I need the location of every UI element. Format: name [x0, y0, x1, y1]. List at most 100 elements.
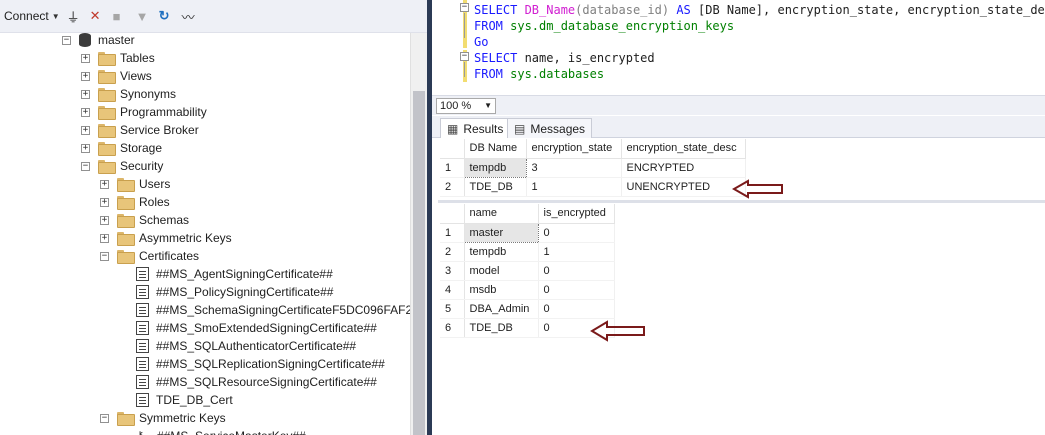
tree-node[interactable]: ##MS_SQLReplicationSigningCertificate## [119, 355, 385, 373]
table-row[interactable]: 4 msdb 0 [440, 280, 615, 300]
disconnect-icon[interactable]: ✕ [90, 5, 106, 27]
tree-node[interactable]: − master [62, 31, 135, 49]
table-row[interactable]: 3 model 0 [440, 261, 615, 281]
expand-icon[interactable]: + [81, 107, 90, 117]
table-row[interactable]: 1 master 0 [440, 222, 615, 243]
row-number[interactable]: 4 [440, 280, 465, 300]
grid-cell[interactable]: 1 [538, 242, 615, 262]
messages-icon: ▤ [514, 121, 526, 136]
grid-cell[interactable]: 0 [538, 299, 615, 319]
grid-cell[interactable]: 0 [538, 261, 615, 281]
expand-icon[interactable]: + [81, 125, 90, 135]
tree-node[interactable]: + Schemas [100, 211, 189, 229]
tree-node[interactable]: ##MS_SQLAuthenticatorCertificate## [119, 337, 356, 355]
grid-corner[interactable] [440, 204, 465, 224]
tree-node[interactable]: + Tables [81, 49, 155, 67]
grid-cell[interactable]: 0 [538, 223, 615, 243]
tab-messages[interactable]: ▤ Messages [507, 118, 593, 138]
tree-node[interactable]: ##MS_SQLResourceSigningCertificate## [119, 373, 377, 391]
expand-icon[interactable]: + [100, 197, 109, 207]
grid-cell[interactable]: 1 [526, 177, 622, 197]
tab-results[interactable]: ▦ Results [440, 118, 511, 138]
expand-icon[interactable]: + [100, 233, 109, 243]
expand-icon[interactable]: + [81, 71, 90, 81]
expand-icon[interactable]: + [100, 215, 109, 225]
stop-icon[interactable]: ■ [113, 5, 129, 27]
column-header[interactable]: DB Name [464, 139, 527, 159]
tree-node[interactable]: + Synonyms [81, 85, 176, 103]
grid-cell[interactable]: DBA_Admin [464, 299, 539, 319]
collapse-icon[interactable]: − [100, 413, 109, 423]
tree-node-label: ##MS_PolicySigningCertificate## [156, 285, 334, 299]
collapse-icon[interactable]: − [100, 251, 109, 261]
grid-separator[interactable] [438, 200, 1045, 203]
results-grid-1[interactable]: DB Name encryption_state encryption_state_… [440, 139, 746, 197]
table-row[interactable]: 5 DBA_Admin 0 [440, 299, 615, 319]
tree-node[interactable]: ##MS_PolicySigningCertificate## [119, 283, 333, 301]
tree-node[interactable]: + Storage [81, 139, 162, 157]
expand-icon[interactable]: + [81, 143, 90, 153]
column-header[interactable]: name [464, 204, 539, 224]
tree-node[interactable]: ##MS_AgentSigningCertificate## [119, 265, 333, 283]
tree-node[interactable]: − Security [81, 157, 163, 175]
table-row[interactable]: 1 tempdb 3 ENCRYPTED [440, 157, 746, 178]
tree-node[interactable]: ##MS_SmoExtendedSigningCertificate## [119, 319, 377, 337]
grid-cell[interactable]: 0 [538, 280, 615, 300]
tree-node-label: Asymmetric Keys [139, 231, 232, 245]
collapse-icon[interactable]: − [460, 52, 469, 61]
tree-node[interactable]: − Symmetric Keys [100, 409, 226, 427]
object-explorer-scrollbar[interactable] [410, 33, 427, 435]
grid-cell[interactable]: 3 [526, 158, 622, 178]
grid-cell[interactable]: msdb [464, 280, 539, 300]
refresh-icon[interactable]: ↻ [159, 5, 175, 27]
activity-monitor-icon[interactable]: 〰 [182, 5, 198, 27]
row-number[interactable]: 2 [440, 242, 465, 262]
grid-cell[interactable]: ENCRYPTED [621, 158, 746, 178]
connect-plug-icon[interactable]: ⏚ [67, 5, 83, 27]
grid-cell[interactable]: tempdb [463, 157, 527, 178]
table-row[interactable]: 2 TDE_DB 1 UNENCRYPTED [440, 177, 746, 197]
results-grid-2[interactable]: name is_encrypted 1 master 0 2 tempdb 1 3 model 0 4… [440, 204, 615, 338]
expand-icon[interactable]: + [81, 89, 90, 99]
expand-icon[interactable]: + [81, 53, 90, 63]
row-number[interactable]: 6 [440, 318, 465, 338]
connect-button[interactable]: Connect ▼ [4, 5, 60, 27]
collapse-icon[interactable]: − [460, 3, 469, 12]
grid-cell[interactable]: model [464, 261, 539, 281]
filter-icon[interactable]: ▼ [136, 5, 152, 27]
row-number[interactable]: 1 [440, 223, 465, 243]
sql-code-area[interactable]: − − SELECT DB_Name(database_id) AS [DB N… [432, 0, 1045, 95]
zoom-select[interactable]: 100 % ▼ [436, 98, 496, 114]
tree-node[interactable]: + Asymmetric Keys [100, 229, 232, 247]
expand-icon[interactable]: + [100, 179, 109, 189]
row-number[interactable]: 1 [440, 158, 465, 178]
code-line-4: SELECT name, is_encrypted [474, 50, 655, 66]
tree-node[interactable]: ##MS_SchemaSigningCertificateF5DC096FAF2… [119, 301, 410, 319]
scrollbar-thumb[interactable] [413, 91, 425, 435]
tree-node[interactable]: + Roles [100, 193, 170, 211]
grid-cell[interactable]: master [463, 222, 539, 243]
table-row[interactable]: 6 TDE_DB 0 [440, 318, 615, 338]
column-header[interactable]: encryption_state [526, 139, 622, 159]
tree-node[interactable]: + Views [81, 67, 152, 85]
tree-node-label: ##MS_AgentSigningCertificate## [156, 267, 333, 281]
column-header[interactable]: is_encrypted [538, 204, 615, 224]
row-number[interactable]: 5 [440, 299, 465, 319]
grid-corner[interactable] [440, 139, 465, 159]
table-row[interactable]: 2 tempdb 1 [440, 242, 615, 262]
row-number[interactable]: 2 [440, 177, 465, 197]
tree-node[interactable]: + Programmability [81, 103, 207, 121]
row-number[interactable]: 3 [440, 261, 465, 281]
collapse-icon[interactable]: − [81, 161, 90, 171]
tree-node[interactable]: ⚷ ##MS_ServiceMasterKey## [119, 427, 306, 435]
collapse-icon[interactable]: − [62, 35, 71, 45]
tree-node[interactable]: + Service Broker [81, 121, 199, 139]
grid-cell[interactable]: TDE_DB [464, 318, 539, 338]
column-header[interactable]: encryption_state_desc [621, 139, 746, 159]
tree-node[interactable]: − Certificates [100, 247, 199, 265]
grid-cell[interactable]: TDE_DB [464, 177, 527, 197]
grid-cell[interactable]: tempdb [464, 242, 539, 262]
tree-node[interactable]: TDE_DB_Cert [119, 391, 233, 409]
tree-node[interactable]: + Users [100, 175, 170, 193]
grid-cell[interactable]: UNENCRYPTED [621, 177, 746, 197]
